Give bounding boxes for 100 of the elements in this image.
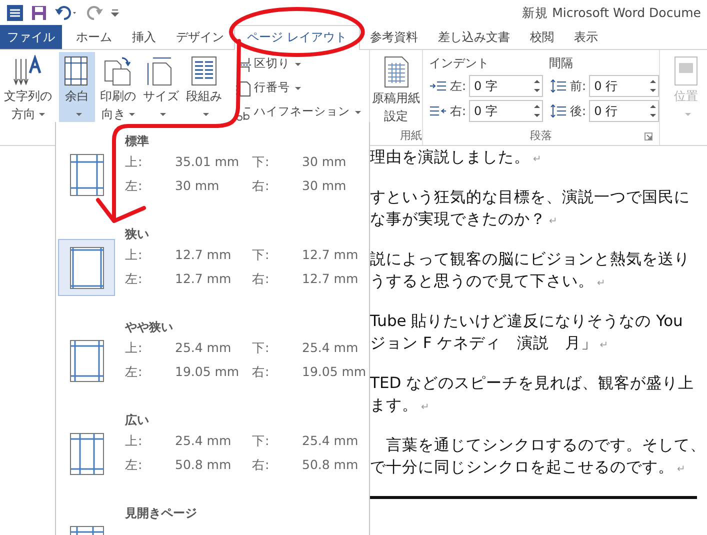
field-label: 右: — [450, 103, 466, 120]
page-margins-icon — [70, 246, 104, 288]
document-text: ジョン F ケネディ 演説 月」 — [370, 334, 597, 352]
ribbon-command[interactable]: 区切り — [233, 52, 363, 76]
document-app-icon[interactable] — [6, 4, 24, 22]
paragraph-mark: ↵ — [600, 340, 608, 351]
ribbon-tab[interactable]: デザイン — [166, 25, 234, 49]
margin-label: 上: — [125, 153, 144, 171]
spacing-after-icon — [549, 104, 568, 118]
margin-value: 12.7 mm — [175, 246, 232, 264]
margin-value: 30 mm — [302, 177, 346, 195]
indent-left-icon — [429, 79, 447, 93]
dialog-launcher-icon[interactable] — [644, 132, 654, 141]
margin-value: 25.4 mm — [175, 339, 232, 357]
paragraph-mark: ↵ — [533, 154, 542, 165]
field-label: 後: — [570, 103, 586, 120]
ribbon-button[interactable]: 文字列の 方向 — [2, 52, 54, 128]
ribbon-tab[interactable]: ホーム — [66, 25, 122, 49]
margin-label: 右: — [252, 363, 270, 381]
menu-item[interactable]: やや狭い 上: 25.4 mm 下: 25.4 mm 左: 19.05 mm 右: 19.05 mm — [56, 308, 369, 401]
file-tab[interactable]: ファイル — [0, 25, 62, 49]
number-field[interactable]: 0 字 — [469, 100, 544, 122]
redo-icon[interactable] — [86, 4, 104, 22]
field-label: 左: — [450, 78, 466, 95]
document-text: な事が実現できたのか？ — [370, 210, 546, 228]
margin-label: 左: — [125, 456, 144, 474]
ribbon-tab[interactable]: 校閲 — [520, 25, 564, 49]
margin-value: 12.7 mm — [302, 246, 358, 264]
ribbon-tab[interactable]: ページ レイアウト — [234, 25, 360, 50]
margin-value: 25.4 mm — [302, 339, 360, 357]
margin-label: 下: — [252, 153, 270, 171]
margin-label: 左: — [125, 363, 144, 381]
menu-item-title: 見開きページ — [125, 505, 197, 522]
margin-label: 右: — [252, 270, 270, 288]
group-heading: インデント — [429, 55, 490, 72]
margin-value: 30 mm — [302, 153, 346, 171]
menu-item-title: 広い — [125, 412, 150, 429]
margin-label: 下: — [252, 246, 270, 264]
document-text: TED などのスピーチを見れば、観客が盛り上 — [370, 374, 694, 392]
page-margins-icon — [70, 154, 104, 196]
window-title: 新規 Microsoft Word Docume — [522, 4, 701, 22]
spinner-arrows-icon[interactable] — [533, 77, 542, 95]
margin-value: 19.05 mm — [175, 363, 240, 381]
document-text: うすると思うので見て下さい。 — [370, 272, 594, 290]
ribbon-tab[interactable]: 差し込み文書 — [428, 25, 520, 49]
margin-label: 左: — [125, 177, 144, 195]
document-text: ます。 — [370, 396, 418, 414]
group-heading: 間隔 — [549, 55, 574, 72]
ribbon-command[interactable]: 行番号 — [233, 76, 363, 100]
margin-value: 12.7 mm — [302, 270, 358, 288]
number-field[interactable]: 0 行 — [589, 100, 660, 122]
document-text: すという狂気的な目標を、演説一つで国民に — [370, 188, 690, 206]
menu-item[interactable]: 狭い 上: 12.7 mm 下: 12.7 mm 左: 12.7 mm 右: 12.7 mm — [56, 215, 369, 308]
paragraph-mark: ↵ — [677, 464, 686, 475]
page-margins-icon — [70, 340, 104, 382]
number-field[interactable]: 0 字 — [469, 75, 544, 97]
spacing-before-icon — [549, 79, 568, 93]
spinner-arrows-icon[interactable] — [649, 102, 658, 120]
margin-value: 25.4 mm — [175, 432, 232, 450]
menu-item[interactable]: 広い 上: 25.4 mm 下: 25.4 mm 左: 50.8 mm 右: 50.8 mm — [56, 401, 369, 494]
margin-label: 上: — [125, 246, 144, 264]
margin-value: 50.8 mm — [302, 456, 358, 474]
indent-right-icon — [429, 104, 447, 118]
margin-label: 右: — [252, 456, 270, 474]
document-text: 説によって観客の脳にビジョンと熱気を送り — [370, 250, 690, 268]
group-label: 用紙 — [400, 128, 422, 144]
margin-label: 上: — [125, 339, 144, 357]
margin-value: 35.01 mm — [175, 153, 240, 171]
text-direction-icon — [12, 55, 44, 87]
margin-value: 30 mm — [175, 177, 220, 195]
margin-label: 上: — [125, 432, 144, 450]
menu-item-title: 標準 — [125, 133, 150, 150]
spinner-arrows-icon[interactable] — [649, 77, 658, 95]
paragraph-mark: ↵ — [597, 278, 606, 289]
document-text: Tube 貼りたいけど違反になりそうなの You — [370, 312, 683, 330]
ribbon-tab[interactable]: 表示 — [564, 25, 608, 49]
menu-item-title: やや狭い — [125, 319, 174, 336]
paragraph-mark: ↵ — [549, 216, 558, 227]
group-label: 段落 — [530, 128, 552, 144]
margin-label: 左: — [125, 270, 144, 288]
margin-value: 50.8 mm — [175, 456, 232, 474]
document-text: 言葉を通じてシンクロするのです。そして、 — [385, 436, 706, 454]
document-text: 理由を演説しました。 — [370, 148, 530, 166]
save-icon[interactable] — [30, 4, 48, 22]
manuscript-settings-button[interactable]: 原稿用紙 設定 — [370, 52, 422, 128]
field-label: 前: — [570, 78, 586, 95]
menu-item-title: 狭い — [125, 226, 150, 243]
ribbon-tab[interactable]: 参考資料 — [360, 25, 428, 49]
margin-value: 12.7 mm — [175, 270, 232, 288]
spinner-arrows-icon[interactable] — [533, 102, 542, 120]
number-field[interactable]: 0 行 — [589, 75, 660, 97]
page-margins-icon — [70, 432, 104, 474]
margin-label: 下: — [252, 432, 270, 450]
margin-value: 19.05 mm — [302, 363, 366, 381]
document-text: で十分に同じシンクロを起こせるのです。 — [370, 458, 674, 476]
margin-value: 25.4 mm — [302, 432, 358, 450]
margin-label: 下: — [252, 339, 270, 357]
menu-item[interactable]: 見開きページ — [56, 494, 369, 535]
ribbon-tab[interactable]: 挿入 — [122, 25, 166, 49]
paragraph-mark: ↵ — [421, 402, 430, 413]
